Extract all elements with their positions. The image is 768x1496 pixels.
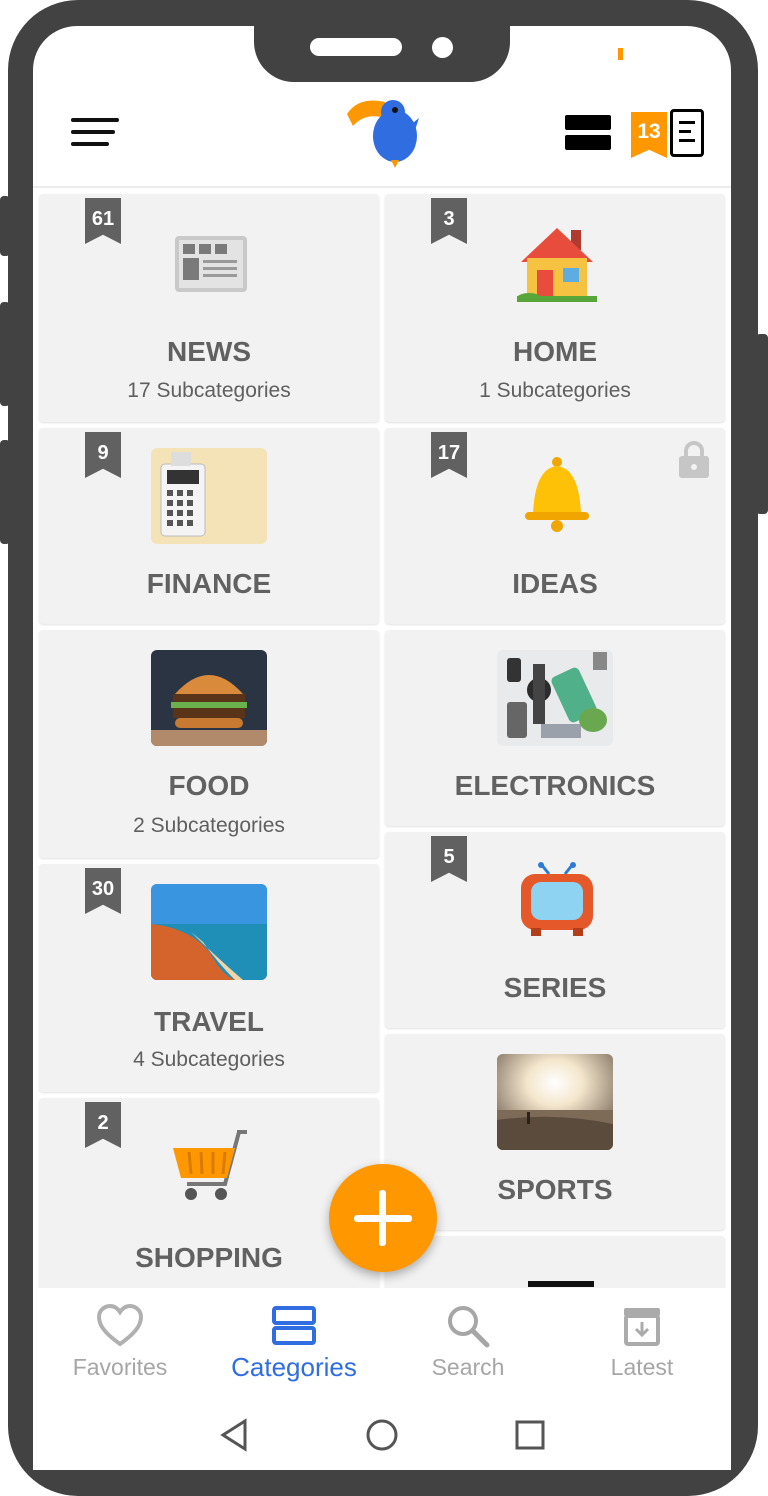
category-title: SERIES: [503, 972, 607, 1003]
nav-label: Latest: [610, 1354, 674, 1380]
categories-icon: [272, 1306, 316, 1345]
nav-favorites[interactable]: Favorites: [33, 1288, 207, 1400]
item-count-badge: 3: [431, 198, 467, 244]
hamburger-menu-icon[interactable]: [71, 116, 119, 150]
category-tile-finance[interactable]: 9 FINANCE: [39, 428, 379, 624]
tv-icon: [521, 862, 593, 936]
category-title: IDEAS: [512, 568, 598, 599]
category-subtitle: 4 Subcategories: [133, 1048, 285, 1071]
category-tile-ideas[interactable]: 17 IDEAS: [385, 428, 725, 624]
category-tile-shopping[interactable]: 2 SHOPPING: [39, 1098, 379, 1288]
calculator-photo: [151, 448, 267, 544]
burger-photo: [151, 650, 267, 746]
nav-label: Search: [431, 1354, 505, 1380]
unread-count-badge[interactable]: 13: [631, 112, 667, 158]
app-bar: 13: [33, 82, 731, 188]
category-subtitle: 17 Subcategories: [127, 379, 291, 402]
heart-icon: [97, 1304, 143, 1347]
beach-photo: [151, 884, 267, 980]
category-tile-sports[interactable]: SPORTS: [385, 1034, 725, 1230]
category-title: HOME: [513, 336, 597, 367]
phone-power-button: [756, 334, 768, 514]
front-camera: [432, 37, 453, 58]
phone-volume-up: [0, 302, 10, 406]
category-title: ELECTRONICS: [454, 770, 656, 801]
item-count-badge: 17: [431, 432, 467, 478]
house-icon: [517, 228, 597, 302]
search-icon: [448, 1306, 490, 1348]
category-title: SPORTS: [497, 1174, 613, 1205]
nav-latest[interactable]: Latest: [555, 1288, 729, 1400]
item-count-badge: 2: [85, 1102, 121, 1148]
recents-icon[interactable]: [513, 1418, 547, 1452]
gadgets-photo: [497, 650, 613, 746]
nav-search[interactable]: Search: [381, 1288, 555, 1400]
category-title: SHOPPING: [135, 1242, 283, 1273]
category-grid: 61 NEWS 17 Subcategories 3 HOME 1 Subcat…: [33, 190, 731, 1288]
toucan-logo-icon: [347, 100, 419, 168]
category-tile-news[interactable]: 61 NEWS 17 Subcategories: [39, 194, 379, 422]
archive-icon: [624, 1308, 660, 1346]
category-tile-electronics[interactable]: ELECTRONICS: [385, 630, 725, 826]
scroll-indicator: [528, 1281, 594, 1287]
newspaper-icon: [175, 236, 247, 292]
category-title: NEWS: [167, 336, 251, 367]
nav-label: Categories: [231, 1352, 357, 1382]
nav-label: Favorites: [72, 1354, 168, 1380]
category-tile-food[interactable]: FOOD 2 Subcategories: [39, 630, 379, 858]
status-indicator: [618, 48, 623, 60]
shopping-cart-icon: [173, 1130, 247, 1200]
category-tile-home[interactable]: 3 HOME 1 Subcategories: [385, 194, 725, 422]
item-count-badge: 9: [85, 432, 121, 478]
list-view-icon[interactable]: [565, 115, 611, 151]
lock-icon: [679, 441, 709, 478]
category-tile-travel[interactable]: 30 TRAVEL 4 Subcategories: [39, 864, 379, 1092]
phone-side-button: [0, 196, 10, 256]
category-tile-series[interactable]: 5 SERIES: [385, 832, 725, 1028]
back-icon[interactable]: [217, 1418, 251, 1452]
add-category-button[interactable]: [329, 1164, 437, 1272]
document-icon[interactable]: [670, 109, 704, 157]
nav-categories[interactable]: Categories: [207, 1288, 381, 1400]
system-navigation-bar: [33, 1400, 731, 1470]
category-title: FINANCE: [146, 568, 272, 599]
item-count-badge: 5: [431, 836, 467, 882]
category-title: FOOD: [168, 770, 250, 801]
phone-volume-down: [0, 440, 10, 544]
bell-icon: [525, 457, 589, 532]
bottom-navigation: Favorites Categories Search Latest: [33, 1288, 731, 1400]
item-count-badge: 30: [85, 868, 121, 914]
speaker: [310, 38, 402, 56]
home-icon[interactable]: [365, 1418, 399, 1452]
sunset-beach-photo: [497, 1054, 613, 1150]
category-subtitle: 1 Subcategories: [479, 379, 631, 402]
category-title: TRAVEL: [154, 1006, 264, 1037]
item-count-badge: 61: [85, 198, 121, 244]
category-subtitle: 2 Subcategories: [133, 814, 285, 837]
camera-notch: [254, 26, 510, 82]
